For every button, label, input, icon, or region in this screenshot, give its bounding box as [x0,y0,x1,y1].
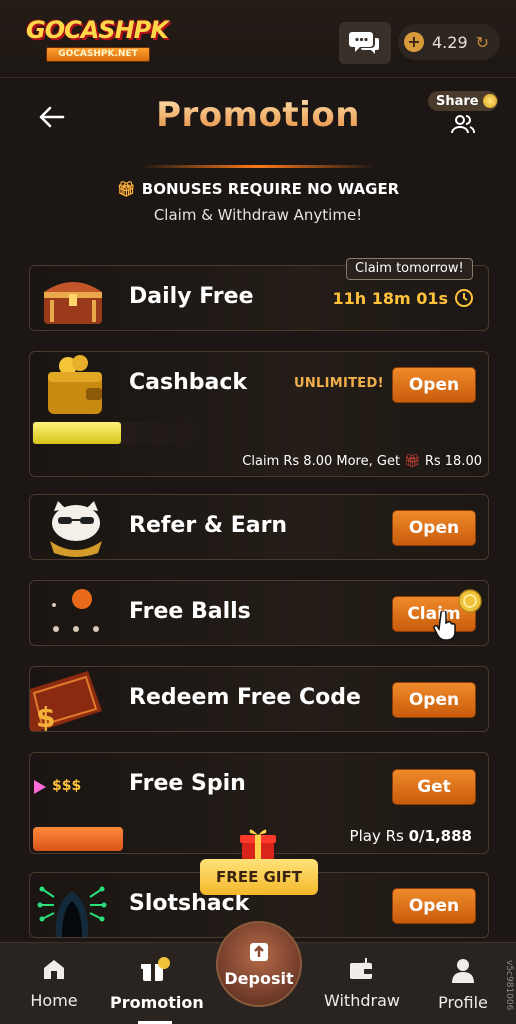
promotion-gift-icon [141,957,170,981]
nav-profile-label: Profile [438,993,488,1012]
cashback-card[interactable]: Cashback UNLIMITED! Open Claim Rs 8.00 M… [29,351,489,477]
bonus-banner: 🎁︎ BONUSES REQUIRE NO WAGER Claim & Withd… [0,180,516,224]
cashback-note-suffix: Rs 18.00 [424,454,482,469]
daily-free-card[interactable]: Daily Free Claim tomorrow! 11h 18m 01s [29,258,489,331]
gift-icon: 🎁︎ [116,180,136,198]
play-value: 0/1,888 [408,827,472,845]
spin-ticket-text: $$$ [52,778,82,794]
ticket-icon: $ [30,671,102,731]
share-label: Share [436,93,479,109]
svg-text:$: $ [36,701,55,731]
header-divider [140,165,376,168]
nav-promotion[interactable]: Promotion [110,957,204,1012]
play-arrow-icon [34,780,46,794]
nav-home[interactable]: Home [9,957,99,1010]
top-bar: GOCASHPK GOCASHPK.NET + 4.29 ↻ [0,0,516,78]
banner-headline-text: BONUSES REQUIRE NO WAGER [141,180,400,198]
coin-icon [482,94,497,108]
banner-headline: 🎁︎ BONUSES REQUIRE NO WAGER [0,180,516,198]
cashback-note: Claim Rs 8.00 More, Get 🎁︎ Rs 18.00 [242,454,482,469]
free-balls-title: Free Balls [129,599,251,624]
free-spin-play-note: Play Rs 0/1,888 [350,827,472,845]
timer-text: 11h 18m 01s [332,288,448,308]
nav-profile[interactable]: Profile [418,957,508,1012]
nav-promotion-label: Promotion [110,993,204,1012]
cat-mascot-icon [50,501,102,557]
home-icon [44,960,64,979]
free-spin-title: Free Spin [129,771,246,796]
hacker-avatar-icon [37,886,107,937]
add-balance-icon[interactable]: + [404,32,424,52]
deposit-icon [250,943,268,961]
users-icon[interactable] [450,113,476,135]
logo-text: GOCASHPK [26,16,169,44]
refer-earn-card[interactable]: Refer & Earn Open [29,494,489,560]
logo-subtext: GOCASHPK.NET [46,47,150,62]
daily-free-title: Daily Free [129,284,254,309]
withdraw-wallet-icon [350,958,372,979]
nav-withdraw-label: Withdraw [324,991,400,1010]
clock-icon [455,289,473,307]
free-spin-progress-fill [33,827,123,851]
banner-subline: Claim & Withdraw Anytime! [153,206,363,224]
chat-button[interactable] [339,22,391,64]
share-badge[interactable]: Share [428,91,498,111]
gift-icon: 🎁︎ [404,454,421,469]
wallet-icon [48,355,102,414]
refer-earn-title: Refer & Earn [129,513,288,538]
deposit-label: Deposit [224,969,294,988]
plinko-balls-icon [52,589,99,632]
cashback-title: Cashback [129,370,248,395]
cashback-progress-fill [33,422,121,444]
hand-pointer-icon [433,611,456,641]
balance-value: 4.29 [432,32,468,52]
refresh-icon[interactable]: ↻ [476,33,489,52]
gocashpk-logo[interactable]: GOCASHPK GOCASHPK.NET [26,16,169,68]
coin-icon [458,589,482,613]
cashback-note-prefix: Claim Rs 8.00 More, Get [242,454,401,469]
nav-home-label: Home [30,991,78,1010]
treasure-chest-icon [44,282,102,324]
redeem-open-button[interactable]: Open [392,682,476,718]
claim-tomorrow-tag: Claim tomorrow! [346,258,473,280]
nav-withdraw[interactable]: Withdraw [317,957,407,1010]
version-label: v5c981006 [504,960,514,1011]
slotshack-open-button[interactable]: Open [392,888,476,924]
redeem-code-title: Redeem Free Code [129,685,361,710]
play-prefix: Play Rs [349,827,404,845]
deposit-button[interactable]: Deposit [216,921,302,1007]
refer-open-button[interactable]: Open [392,510,476,546]
balance-pill[interactable]: + 4.29 ↻ [398,24,500,60]
page-header: Promotion Share [0,79,516,169]
spin-ticket: $$$ [30,773,110,801]
free-balls-card[interactable]: Free Balls Claim [29,580,489,646]
redeem-code-card[interactable]: $ Redeem Free Code Open [29,666,489,732]
chat-bubbles-icon [349,32,379,54]
free-spin-get-button[interactable]: Get [392,769,476,805]
cashback-open-button[interactable]: Open [392,367,476,403]
unlimited-badge: UNLIMITED! [294,376,384,391]
profile-icon [452,959,474,983]
daily-free-timer: 11h 18m 01s [332,288,474,308]
free-gift-button[interactable]: FREE GIFT [200,859,318,895]
